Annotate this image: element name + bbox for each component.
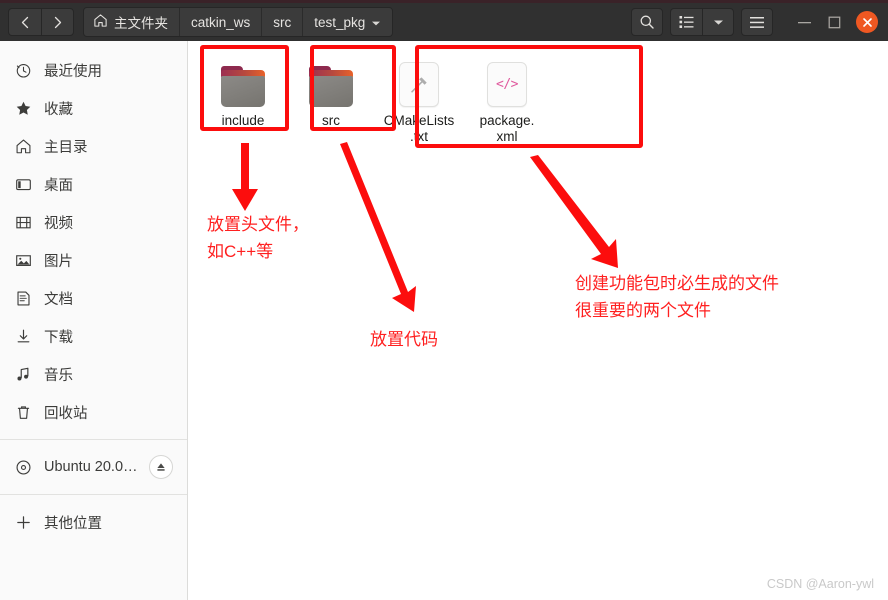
document-icon (14, 289, 33, 308)
video-icon (14, 213, 33, 232)
file-item-package-xml[interactable]: </> package. xml (463, 46, 551, 145)
sidebar-item-downloads[interactable]: 下载 (0, 317, 187, 355)
sidebar-item-label: 其他位置 (44, 515, 102, 532)
sidebar-item-videos[interactable]: 视频 (0, 203, 187, 241)
annotation-text-cmake-package: 创建功能包时必生成的文件 很重要的两个文件 (575, 274, 779, 320)
home-icon (93, 13, 108, 31)
view-options-group (670, 8, 734, 36)
breadcrumb-label: catkin_ws (191, 14, 251, 30)
download-icon (14, 327, 33, 346)
folder-icon (304, 55, 358, 107)
window-controls (796, 11, 878, 33)
breadcrumb-item-src[interactable]: src (262, 8, 304, 36)
clock-icon (14, 61, 33, 80)
disc-icon (14, 458, 33, 477)
home-icon (14, 137, 33, 156)
breadcrumb: 主文件夹 catkin_ws src test_pkg (83, 7, 394, 37)
breadcrumb-label: src (273, 14, 292, 30)
hamburger-menu-icon[interactable] (741, 8, 773, 36)
watermark: CSDN @Aaron-ywl (766, 577, 874, 591)
sidebar-item-music[interactable]: 音乐 (0, 355, 187, 393)
file-name: src (322, 113, 340, 128)
header-tools (631, 8, 880, 36)
sidebar-item-label: 收藏 (44, 101, 73, 118)
trash-icon (14, 403, 33, 422)
file-item-cmakelists[interactable]: CMakeLists .txt (375, 46, 463, 145)
sidebar-divider (0, 494, 187, 495)
sidebar-item-label: 文档 (44, 291, 73, 308)
sidebar-item-home[interactable]: 主目录 (0, 127, 187, 165)
sidebar-item-desktop[interactable]: 桌面 (0, 165, 187, 203)
maximize-button[interactable] (826, 14, 843, 31)
list-view-icon[interactable] (670, 8, 702, 36)
music-icon (14, 365, 33, 384)
sidebar-item-pictures[interactable]: 图片 (0, 241, 187, 279)
sidebar-item-label: 音乐 (44, 367, 73, 384)
sidebar-item-label: Ubuntu 20.0… (44, 459, 138, 475)
image-icon (14, 251, 33, 270)
navigation-buttons (8, 8, 74, 36)
close-button[interactable] (856, 11, 878, 33)
chevron-down-icon (371, 15, 381, 30)
sidebar-item-device-ubuntu[interactable]: Ubuntu 20.0… (0, 448, 187, 486)
file-item-include[interactable]: include (199, 46, 287, 145)
back-button[interactable] (8, 8, 41, 36)
breadcrumb-label: test_pkg (314, 14, 366, 30)
annotation-text-src: 放置代码 (370, 330, 438, 349)
view-dropdown-chevron-down-icon[interactable] (702, 8, 734, 36)
plus-icon (14, 513, 33, 532)
forward-button[interactable] (41, 8, 74, 36)
file-name: include (221, 113, 265, 128)
file-item-src[interactable]: src (287, 46, 375, 145)
hammer-icon (392, 55, 446, 107)
star-icon (14, 99, 33, 118)
minimize-button[interactable] (796, 14, 813, 31)
code-glyph: </> (496, 77, 518, 92)
sidebar-divider (0, 439, 187, 440)
sidebar-item-label: 桌面 (44, 177, 73, 194)
sidebar-item-label: 下载 (44, 329, 73, 346)
sidebar-item-label: 最近使用 (44, 63, 102, 80)
desktop-icon (14, 175, 33, 194)
code-icon: </> (480, 55, 534, 107)
file-name: CMakeLists .txt (383, 113, 455, 144)
header-bar: 主文件夹 catkin_ws src test_pkg (0, 3, 888, 41)
sidebar-item-starred[interactable]: 收藏 (0, 89, 187, 127)
sidebar-item-label: 主目录 (44, 139, 88, 156)
breadcrumb-item-test-pkg[interactable]: test_pkg (303, 8, 393, 36)
sidebar: 最近使用 收藏 主目录 桌面 视频 图片 文档 下载 音乐 回收站 Ubuntu… (0, 41, 188, 600)
file-name: package. xml (479, 113, 535, 144)
file-grid: include src CMakeLists .txt </> package.… (199, 46, 551, 145)
sidebar-item-label: 视频 (44, 215, 73, 232)
breadcrumb-label: 主文件夹 (114, 16, 168, 31)
breadcrumb-item-catkin-ws[interactable]: catkin_ws (180, 8, 263, 36)
sidebar-item-documents[interactable]: 文档 (0, 279, 187, 317)
search-icon[interactable] (631, 8, 663, 36)
sidebar-item-label: 回收站 (44, 405, 88, 422)
eject-icon[interactable] (149, 455, 173, 479)
sidebar-item-other-locations[interactable]: 其他位置 (0, 503, 187, 541)
sidebar-item-recent[interactable]: 最近使用 (0, 51, 187, 89)
breadcrumb-item-home[interactable]: 主文件夹 (84, 8, 180, 36)
sidebar-item-label: 图片 (44, 253, 73, 270)
sidebar-item-trash[interactable]: 回收站 (0, 393, 187, 431)
annotation-text-include: 放置头文件， 如C++等 (207, 215, 309, 261)
folder-icon (216, 55, 270, 107)
file-manager-window: 主文件夹 catkin_ws src test_pkg 最近使用 收藏 主目录 … (0, 0, 888, 600)
